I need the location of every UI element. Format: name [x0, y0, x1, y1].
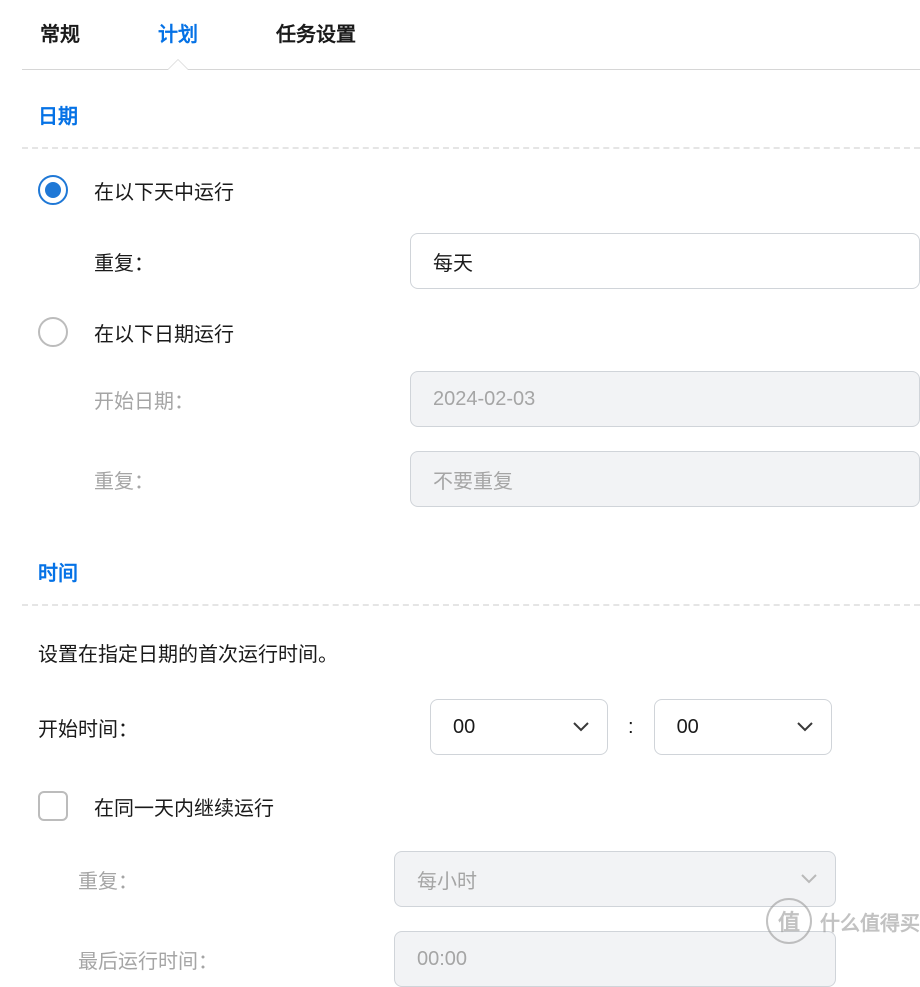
select-repeat-days[interactable]: 每天 [410, 233, 920, 289]
select-start-minute-value: 00 [677, 716, 699, 739]
select-repeat-date-value: 不要重复 [433, 465, 513, 494]
select-start-hour[interactable]: 00 [430, 699, 608, 755]
radio-label-run-on-date: 在以下日期运行 [94, 318, 234, 347]
label-repeat-date: 重复： [94, 465, 410, 494]
tab-schedule[interactable]: 计划 [140, 18, 216, 69]
label-start-date: 开始日期： [94, 385, 410, 414]
input-start-date: 2024-02-03 [410, 371, 920, 427]
radio-label-run-on-days: 在以下天中运行 [94, 176, 234, 205]
input-start-date-value: 2024-02-03 [433, 388, 535, 411]
helper-text-time: 设置在指定日期的首次运行时间。 [22, 638, 920, 667]
time-colon: : [608, 716, 654, 739]
select-start-minute[interactable]: 00 [654, 699, 832, 755]
section-title-time: 时间 [22, 507, 920, 604]
select-repeat-date: 不要重复 [410, 451, 920, 507]
divider [22, 604, 920, 606]
label-last-run-time: 最后运行时间： [78, 945, 394, 974]
watermark-text: 什么值得买 [820, 907, 920, 936]
watermark: 值 什么值得买 [766, 898, 920, 944]
tab-task-settings[interactable]: 任务设置 [258, 18, 374, 69]
chevron-down-icon [797, 722, 813, 732]
checkbox-label-continue-same-day: 在同一天内继续运行 [94, 792, 274, 821]
section-title-date: 日期 [22, 70, 920, 147]
chevron-down-icon [573, 722, 589, 732]
label-start-time: 开始时间： [38, 713, 430, 742]
tab-bar: 常规 计划 任务设置 [22, 0, 920, 70]
label-repeat-days: 重复： [94, 247, 410, 276]
radio-run-on-days[interactable] [38, 175, 68, 205]
checkbox-continue-same-day[interactable] [38, 791, 68, 821]
select-continue-repeat-value: 每小时 [417, 865, 477, 894]
chevron-down-icon [801, 874, 817, 884]
select-start-hour-value: 00 [453, 716, 475, 739]
tab-general[interactable]: 常规 [22, 18, 98, 69]
watermark-icon: 值 [766, 898, 812, 944]
radio-run-on-date[interactable] [38, 317, 68, 347]
label-continue-repeat: 重复： [78, 865, 394, 894]
select-last-run-time-value: 00:00 [417, 948, 467, 971]
select-repeat-days-value: 每天 [433, 247, 473, 276]
